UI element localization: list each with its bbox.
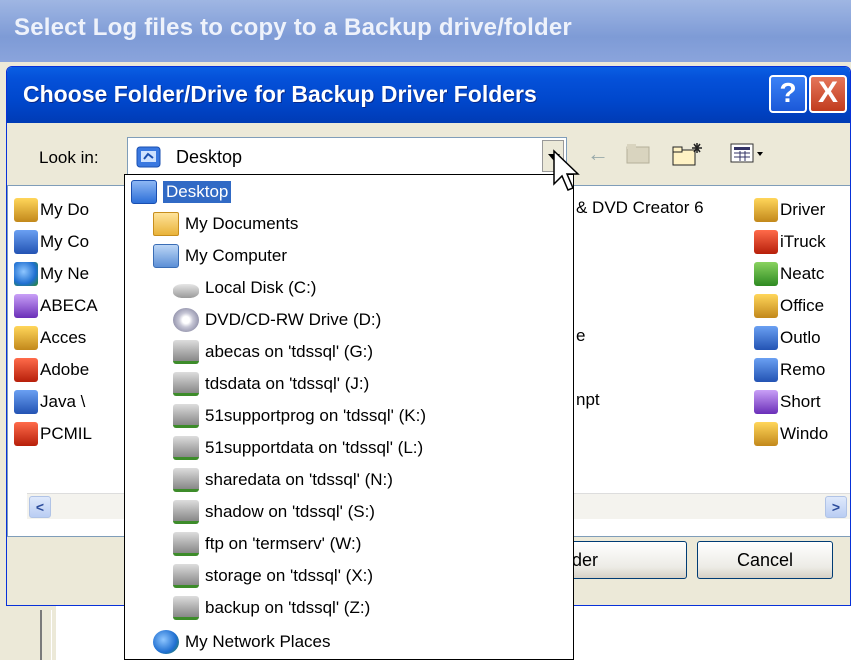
driver-icon [754,198,778,222]
network-drive-icon [173,468,199,492]
desktop-icon [136,145,162,174]
dialog-titlebar[interactable]: Choose Folder/Drive for Backup Driver Fo… [7,67,850,123]
pcmiler-icon [14,422,38,446]
list-item[interactable]: My Do [14,198,89,222]
network-drive-icon [173,404,199,428]
computer-icon [14,230,38,254]
remote-icon [754,358,778,382]
network-drive-icon [173,596,199,620]
dropdown-item-network-drive[interactable]: sharedata on 'tdssql' (N:) [173,465,393,495]
list-item[interactable]: Windo [754,422,828,446]
network-drive-icon [173,532,199,556]
list-item[interactable]: Java \ [14,390,85,414]
network-drive-icon [173,340,199,364]
back-arrow-icon[interactable]: ← [587,141,609,167]
look-in-label: Look in: [39,148,99,167]
docs-folder-icon [14,198,38,222]
dropdown-item-desktop[interactable]: Desktop [131,177,232,207]
dropdown-item-my-documents[interactable]: My Documents [153,209,298,239]
abecas-icon [14,294,38,318]
look-in-combobox[interactable]: Desktop [127,137,567,175]
my-computer-icon [153,244,179,268]
look-in-value: Desktop [176,147,243,167]
close-button[interactable]: X [809,75,847,113]
new-folder-icon[interactable] [671,141,705,173]
desktop-icon [131,180,157,204]
network-drive-icon [173,564,199,588]
office-icon [754,294,778,318]
dropdown-item-network-drive[interactable]: tdsdata on 'tdssql' (J:) [173,369,369,399]
list-item[interactable]: npt [576,390,600,410]
java-icon [14,390,38,414]
list-item[interactable]: My Ne [14,262,89,286]
list-item[interactable]: Outlo [754,326,821,350]
dropdown-item-my-network-places[interactable]: My Network Places [153,627,330,657]
itruck-icon [754,230,778,254]
help-button[interactable]: ? [769,75,807,113]
list-item[interactable]: Short [754,390,821,414]
list-item[interactable]: Acces [14,326,86,350]
mouse-cursor-icon [553,149,580,191]
background-window-titlebar: Select Log files to copy to a Backup dri… [0,0,851,62]
list-item[interactable]: Remo [754,358,825,382]
adobe-icon [14,358,38,382]
dropdown-item-network-drive[interactable]: backup on 'tdssql' (Z:) [173,593,370,623]
dropdown-item-network-drive[interactable]: storage on 'tdssql' (X:) [173,561,373,591]
up-folder-icon[interactable] [625,141,653,171]
shortcut-icon [754,390,778,414]
network-places-icon [153,630,179,654]
dropdown-item-network-drive[interactable]: ftp on 'termserv' (W:) [173,529,361,559]
scroll-right-icon[interactable]: > [825,496,847,518]
cancel-button[interactable]: Cancel [697,541,833,579]
list-item[interactable]: iTruck [754,230,826,254]
dropdown-item-network-drive[interactable]: 51supportdata on 'tdssql' (L:) [173,433,423,463]
background-window-divider [40,610,52,660]
list-item[interactable]: Office [754,294,824,318]
dropdown-item-network-drive[interactable]: 51supportprog on 'tdssql' (K:) [173,401,426,431]
look-in-dropdown[interactable]: Desktop My Documents My Computer Local D… [124,174,574,660]
neat-icon [754,262,778,286]
dropdown-item-network-drive[interactable]: shadow on 'tdssql' (S:) [173,497,375,527]
list-item[interactable]: PCMIL [14,422,92,446]
list-item[interactable]: Adobe [14,358,89,382]
dropdown-item-network-drive[interactable]: abecas on 'tdssql' (G:) [173,337,373,367]
list-item[interactable]: My Co [14,230,89,254]
list-item[interactable]: Driver [754,198,825,222]
dropdown-item-my-computer[interactable]: My Computer [153,241,287,271]
network-icon [14,262,38,286]
network-drive-icon [173,436,199,460]
network-drive-icon [173,372,199,396]
network-drive-icon [173,500,199,524]
list-item[interactable]: ABECA [14,294,98,318]
windows-icon [754,422,778,446]
dropdown-item-local-disk[interactable]: Local Disk (C:) [173,273,316,303]
views-menu-icon[interactable] [729,141,767,171]
dvd-drive-icon [173,308,199,332]
outlook-icon [754,326,778,350]
scroll-left-icon[interactable]: < [29,496,51,518]
my-documents-icon [153,212,179,236]
background-window-title: Select Log files to copy to a Backup dri… [14,14,572,41]
dropdown-item-dvd-drive[interactable]: DVD/CD-RW Drive (D:) [173,305,381,335]
list-item[interactable]: e [576,326,585,346]
dialog-title: Choose Folder/Drive for Backup Driver Fo… [23,81,537,107]
list-item[interactable]: & DVD Creator 6 [576,198,704,218]
local-disk-icon [173,283,199,298]
list-item[interactable]: Neatc [754,262,824,286]
access-icon [14,326,38,350]
